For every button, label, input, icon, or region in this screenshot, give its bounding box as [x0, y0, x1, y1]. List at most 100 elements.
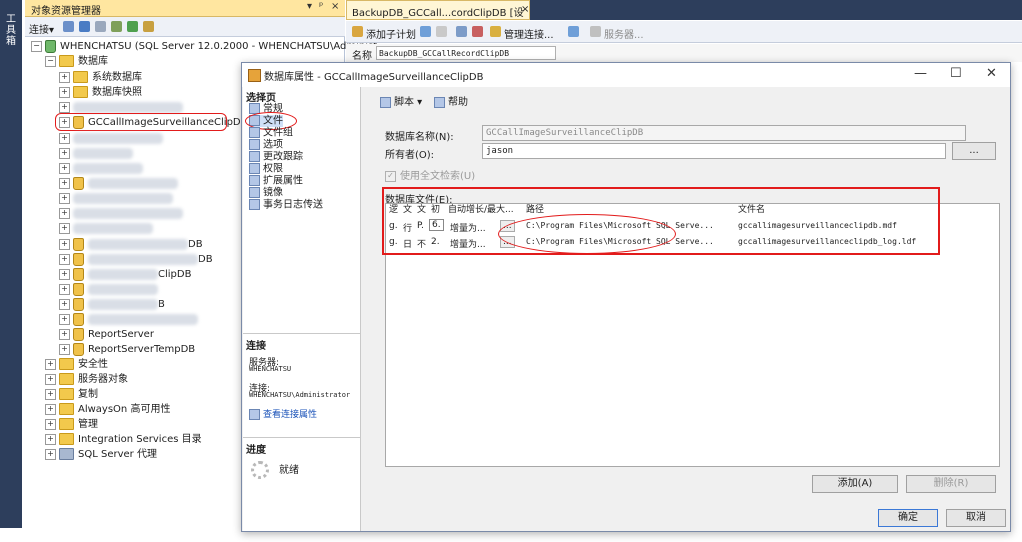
close-icon[interactable]: × [331, 1, 339, 12]
grid-icon[interactable] [456, 26, 467, 37]
dropdown-icon[interactable]: ▾ [307, 1, 312, 12]
properties-icon[interactable] [420, 26, 431, 37]
script-button[interactable]: 脚本 ▾ [380, 93, 422, 108]
tab-backup-design[interactable]: BackupDB_GCCall...cordClipDB [设计] × [346, 0, 530, 34]
expand-icon[interactable]: + [59, 328, 70, 340]
progress-header: 进度 [246, 445, 266, 456]
manage-connections-button[interactable]: 管理连接... [504, 26, 554, 41]
tree-item-database[interactable]: + [59, 312, 198, 327]
expand-icon[interactable]: + [59, 101, 70, 113]
expand-icon[interactable]: + [59, 343, 70, 355]
page-permissions[interactable]: 权限 [249, 163, 283, 175]
tree-item-database[interactable]: + [59, 221, 153, 236]
servers-button[interactable]: 服务器... [604, 26, 644, 41]
view-connection-properties-link[interactable]: 查看连接属性 [249, 407, 317, 420]
expand-icon[interactable]: + [59, 71, 70, 83]
page-extended-properties[interactable]: 扩展属性 [249, 175, 303, 187]
cancel-button[interactable]: 取消 [946, 509, 1006, 527]
refresh-icon[interactable] [127, 21, 138, 32]
connect-button[interactable]: 连接▾ [29, 21, 54, 36]
tree-item-integration-services[interactable]: + Integration Services 目录 [45, 432, 202, 447]
filter-icon[interactable] [111, 21, 122, 32]
tree-item-database[interactable]: + [59, 176, 178, 191]
tree-item-server-objects[interactable]: + 服务器对象 [45, 372, 128, 387]
expand-icon[interactable]: + [45, 403, 56, 415]
tree-item-replication[interactable]: + 复制 [45, 387, 98, 402]
fulltext-checkbox[interactable]: ✓ 使用全文检索(U) [385, 167, 475, 182]
expand-icon[interactable]: + [59, 86, 70, 98]
ok-button[interactable]: 确定 [878, 509, 938, 527]
page-change-tracking[interactable]: 更改跟踪 [249, 151, 303, 163]
stop-icon[interactable] [95, 21, 106, 32]
plan-name-input[interactable]: BackupDB_GCCallRecordClipDB [376, 46, 556, 60]
tree-item-database[interactable]: + [59, 131, 163, 146]
expand-icon[interactable]: + [45, 388, 56, 400]
tree-item-database[interactable]: + [59, 282, 158, 297]
tree-item-database[interactable]: + [59, 191, 173, 206]
tree-item-report-server-temp[interactable]: + ReportServerTempDB [59, 342, 195, 357]
page-icon [249, 175, 260, 186]
close-button[interactable]: ✕ [986, 66, 997, 81]
tree-item-alwayson[interactable]: + AlwaysOn 高可用性 [45, 402, 170, 417]
owner-input[interactable]: jason [482, 143, 946, 159]
agent-icon [59, 448, 74, 460]
tree-item-system-databases[interactable]: + 系统数据库 [59, 70, 142, 85]
progress-spinner-icon [251, 461, 269, 479]
expand-icon[interactable]: + [45, 373, 56, 385]
tree-item-management[interactable]: + 管理 [45, 417, 98, 432]
page-icon [249, 139, 260, 150]
select-page-header: 选择页 [246, 93, 276, 104]
tree-item-sql-agent[interactable]: + SQL Server 代理 [45, 447, 157, 462]
tree-item-security[interactable]: + 安全性 [45, 357, 108, 372]
folder-icon [59, 373, 74, 385]
tree-item-database[interactable]: + DB [59, 237, 203, 252]
highlight-database-files [382, 187, 940, 255]
script-icon [380, 96, 391, 108]
expand-icon[interactable]: + [45, 358, 56, 370]
expand-icon[interactable]: + [45, 418, 56, 430]
summary-icon[interactable] [143, 21, 154, 32]
remove-button[interactable]: 删除(R) [906, 475, 996, 493]
folder-icon [59, 418, 74, 430]
add-subplan-button[interactable]: 添加子计划 [366, 26, 416, 41]
page-filegroups[interactable]: 文件组 [249, 127, 293, 139]
collapse-icon[interactable]: − [31, 40, 42, 52]
disconnect-icon[interactable] [79, 21, 90, 32]
connection-header: 连接 [246, 341, 266, 352]
tree-item-database[interactable]: + ClipDB [59, 267, 191, 282]
page-options[interactable]: 选项 [249, 139, 283, 151]
tree-item-db-snapshots[interactable]: + 数据库快照 [59, 85, 142, 100]
dialog-title: 数据库属性 - GCCallImageSurveillanceClipDB [264, 72, 484, 83]
add-button[interactable]: 添加(A) [812, 475, 898, 493]
database-icon [73, 327, 84, 341]
object-explorer-titlebar: 对象资源管理器 ▾ ᵖ × [25, 0, 345, 17]
page-log-shipping[interactable]: 事务日志传送 [249, 199, 323, 211]
collapse-icon[interactable]: − [45, 55, 56, 67]
close-icon[interactable]: × [521, 4, 529, 15]
minimize-button[interactable]: — [914, 66, 927, 81]
pin-icon[interactable]: ᵖ [319, 1, 323, 12]
tree-item-report-server[interactable]: + ReportServer [59, 327, 154, 342]
toolbox-strip[interactable]: 工具箱 [0, 0, 22, 528]
expand-icon[interactable]: + [45, 448, 56, 460]
report-icon[interactable] [472, 26, 483, 37]
maximize-button[interactable]: ☐ [950, 66, 962, 81]
expand-icon[interactable]: + [45, 433, 56, 445]
page-mirroring[interactable]: 镜像 [249, 187, 283, 199]
help-button[interactable]: 帮助 [434, 93, 468, 108]
tree-item-database[interactable]: + [59, 206, 183, 221]
delete-icon[interactable] [436, 26, 447, 37]
tree-item-server[interactable]: − WHENCHATSU (SQL Server 12.0.2000 - WHEN… [31, 39, 377, 54]
add-subplan-icon [352, 26, 363, 37]
tree-item-database[interactable]: + B [59, 297, 165, 312]
log-icon[interactable] [568, 26, 579, 37]
server-icon [45, 39, 56, 53]
tree-item-database[interactable]: + [59, 146, 133, 161]
server-value: WHENCHATSU [249, 365, 292, 373]
tree-item-database[interactable]: + DB [59, 252, 213, 267]
connect-icon[interactable] [63, 21, 74, 32]
tree-item-databases[interactable]: − 数据库 [45, 54, 108, 69]
folder-icon [73, 86, 88, 98]
tree-item-database[interactable]: + [59, 161, 143, 176]
owner-browse-button[interactable]: ... [952, 142, 996, 160]
